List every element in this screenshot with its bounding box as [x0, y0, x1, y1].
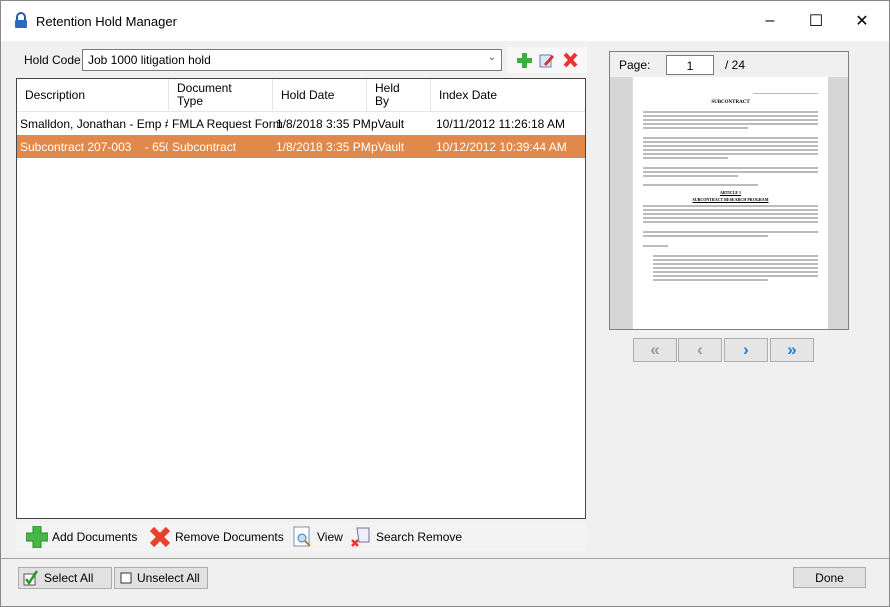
double-chevron-right-icon: »: [787, 340, 797, 359]
documents-toolbar: Add Documents Remove Documents View Sear…: [16, 522, 586, 551]
add-documents-button[interactable]: Add Documents: [26, 526, 137, 548]
maximize-button[interactable]: ☐: [793, 1, 839, 41]
done-button[interactable]: Done: [793, 567, 866, 588]
page-label: Page:: [619, 58, 651, 72]
next-page-button[interactable]: ›: [724, 338, 768, 362]
hold-toolbar: [507, 47, 587, 73]
remove-icon: [149, 526, 171, 548]
add-hold-icon[interactable]: [517, 53, 532, 68]
hold-code-value: Job 1000 litigation hold: [88, 53, 211, 67]
double-chevron-left-icon: «: [650, 340, 660, 359]
title-bar: Retention Hold Manager – ☐ ✕: [1, 1, 889, 41]
close-button[interactable]: ✕: [839, 1, 885, 41]
chevron-right-icon: ›: [743, 340, 749, 359]
doc-section: SUBCONTRACT RESEARCH PROGRAM: [692, 197, 769, 202]
table-row[interactable]: Smalldon, Jonathan - Emp #... FMLA Reque…: [17, 112, 585, 135]
page-total: / 24: [725, 58, 746, 72]
chevron-down-icon: ⌄: [487, 52, 496, 63]
add-icon: [26, 526, 48, 548]
column-document-type[interactable]: Document Type: [169, 79, 273, 112]
unselect-all-button[interactable]: Unselect All: [114, 567, 208, 589]
last-page-button[interactable]: »: [770, 338, 814, 362]
retention-hold-window: Retention Hold Manager – ☐ ✕ Hold Code J…: [0, 0, 890, 607]
window-title: Retention Hold Manager: [36, 14, 177, 29]
doc-title: SUBCONTRACT: [711, 100, 750, 105]
column-index-date[interactable]: Index Date: [431, 79, 585, 112]
documents-list[interactable]: Description Document Type Hold Date Held B…: [16, 78, 586, 519]
doc-article: ARTICLE 1: [719, 190, 742, 195]
document-preview: Page: 1 / 24 SUBCONTRACT ARTICLE 1 SUBCO…: [609, 51, 849, 330]
checked-icon: [23, 570, 39, 586]
hold-code-label: Hold Code: [24, 53, 81, 67]
edit-hold-icon[interactable]: [539, 53, 554, 68]
column-held-by[interactable]: Held By: [367, 79, 431, 112]
search-remove-button[interactable]: Search Remove: [350, 526, 462, 548]
checkbox-icon: [120, 572, 132, 584]
hold-code-combo[interactable]: Job 1000 litigation hold ⌄: [82, 49, 502, 71]
delete-hold-icon[interactable]: [563, 52, 578, 68]
page-number-input[interactable]: 1: [666, 55, 714, 75]
previous-page-button[interactable]: ‹: [678, 338, 722, 362]
table-row-selected[interactable]: Subcontract 207-003 - 650... Subcontract…: [17, 135, 585, 158]
select-all-button[interactable]: Select All: [18, 567, 112, 589]
column-hold-date[interactable]: Hold Date: [273, 79, 367, 112]
divider: [1, 558, 889, 559]
view-icon: [293, 526, 311, 547]
column-description[interactable]: Description: [17, 79, 169, 112]
minimize-button[interactable]: –: [747, 1, 793, 41]
page-thumbnail[interactable]: SUBCONTRACT ARTICLE 1 SUBCONTRACT RESEAR…: [632, 77, 828, 329]
remove-documents-button[interactable]: Remove Documents: [149, 526, 284, 548]
first-page-button[interactable]: «: [633, 338, 677, 362]
chevron-left-icon: ‹: [697, 340, 703, 359]
lock-icon: [15, 12, 27, 28]
view-button[interactable]: View: [293, 526, 343, 548]
scroll-remove-icon: [351, 527, 370, 547]
